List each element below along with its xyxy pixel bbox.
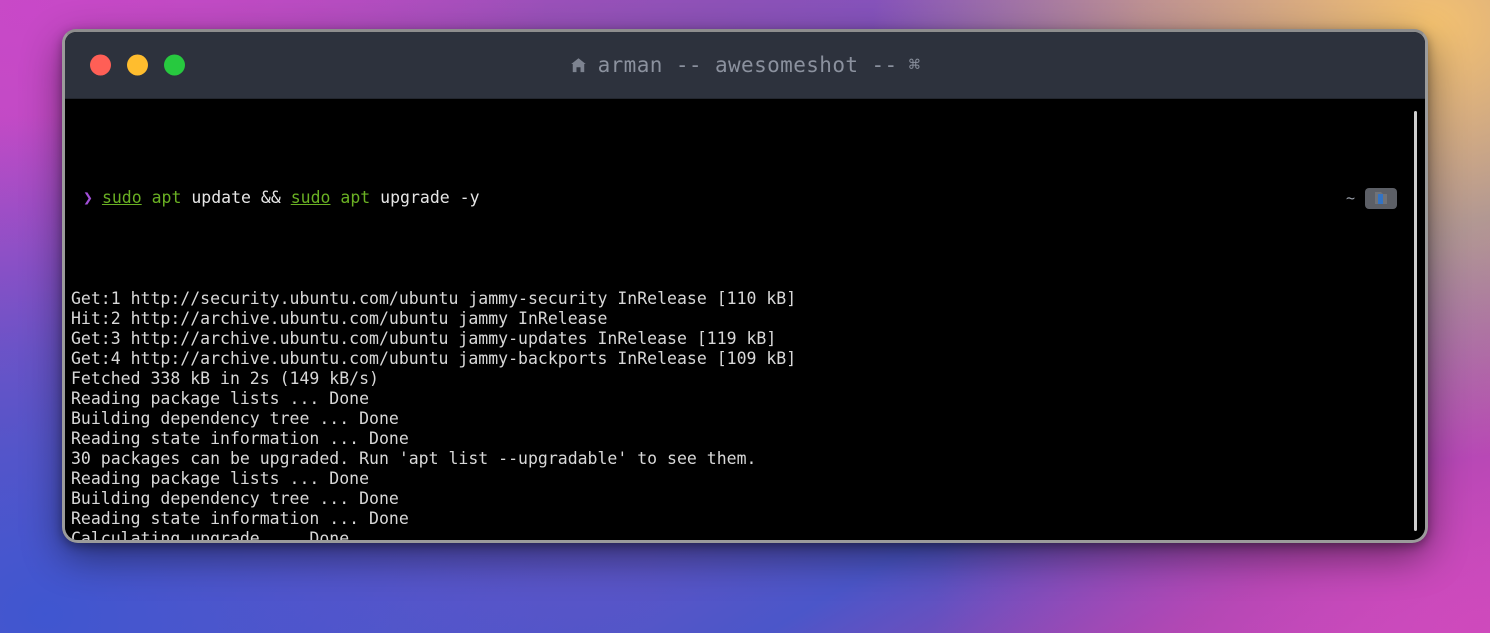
terminal-output-line: Building dependency tree ... Done xyxy=(71,489,399,508)
window-title-text: arman -- awesomeshot -- xyxy=(597,53,898,77)
terminal-output-line: Building dependency tree ... Done xyxy=(71,409,399,428)
terminal-window[interactable]: arman -- awesomeshot -- ⌘ ❯ sudo apt upd… xyxy=(62,29,1428,543)
terminal-output-line: Reading package lists ... Done xyxy=(71,389,370,408)
prompt-home-dir-label: ~ xyxy=(1345,189,1355,207)
terminal-output-line: Fetched 338 kB in 2s (149 kB/s) xyxy=(71,369,379,388)
shell-prompt-line[interactable]: ❯ sudo apt update && sudo apt upgrade -y… xyxy=(71,187,1425,209)
command-segment-and: && xyxy=(260,188,281,207)
terminal-output-line: Get:3 http://archive.ubuntu.com/ubuntu j… xyxy=(71,329,777,348)
command-icon: ⌘ xyxy=(908,54,921,76)
terminal-content-area[interactable]: ❯ sudo apt update && sudo apt upgrade -y… xyxy=(65,99,1425,540)
terminal-output-lines: Get:1 http://security.ubuntu.com/ubuntu … xyxy=(71,289,1425,540)
command-segment-upgrade: upgrade -y xyxy=(370,188,480,207)
home-icon xyxy=(570,57,587,74)
command-text[interactable]: sudo apt update && sudo apt upgrade -y xyxy=(102,188,480,208)
minimize-button[interactable] xyxy=(127,54,148,76)
window-title: arman -- awesomeshot -- ⌘ xyxy=(65,53,1425,77)
command-segment-space-2 xyxy=(281,188,291,207)
command-segment-sudo-1: sudo xyxy=(101,188,142,207)
traffic-light-buttons xyxy=(90,54,185,76)
command-segment-sudo-2: sudo xyxy=(290,188,331,207)
command-segment-space-1 xyxy=(142,188,152,207)
maximize-button[interactable] xyxy=(164,54,185,76)
command-segment-apt-1: apt xyxy=(151,188,182,207)
terminal-output: ❯ sudo apt update && sudo apt upgrade -y… xyxy=(65,107,1425,540)
terminal-output-line: Reading state information ... Done xyxy=(71,509,409,528)
scrollbar-track[interactable] xyxy=(1414,103,1421,536)
terminal-output-line: Reading package lists ... Done xyxy=(71,469,370,488)
scrollbar-thumb[interactable] xyxy=(1414,111,1417,531)
folder-icon xyxy=(1365,187,1397,209)
terminal-output-line: Hit:2 http://archive.ubuntu.com/ubuntu j… xyxy=(71,309,608,328)
terminal-output-line: Reading state information ... Done xyxy=(71,429,409,448)
window-titlebar[interactable]: arman -- awesomeshot -- ⌘ xyxy=(65,32,1425,99)
terminal-output-line: Calculating upgrade ... Done xyxy=(71,529,350,540)
command-segment-update: update xyxy=(181,188,261,207)
terminal-output-line: Get:4 http://archive.ubuntu.com/ubuntu j… xyxy=(71,349,797,368)
command-segment-space-3 xyxy=(330,188,340,207)
command-segment-apt-2: apt xyxy=(340,188,371,207)
terminal-output-line: Get:1 http://security.ubuntu.com/ubuntu … xyxy=(71,289,797,308)
close-button[interactable] xyxy=(90,54,111,76)
prompt-chevron-icon: ❯ xyxy=(83,188,93,207)
terminal-output-line: 30 packages can be upgraded. Run 'apt li… xyxy=(71,449,757,468)
